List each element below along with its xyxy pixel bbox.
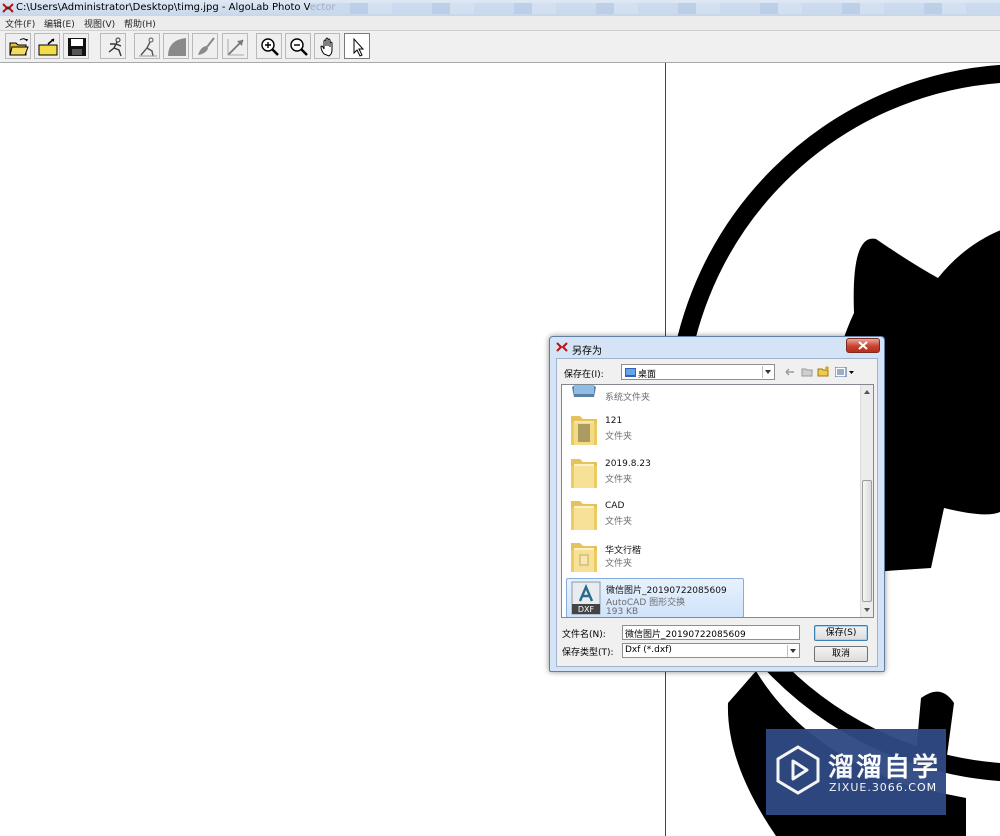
back-icon[interactable] [785, 368, 795, 376]
save-in-combo[interactable]: 桌面 [621, 364, 775, 380]
open-folder-button[interactable] [34, 33, 60, 59]
list-item-folder[interactable]: 华文行楷 文件夹 [566, 537, 866, 577]
save-button[interactable] [63, 33, 89, 59]
taskbar-strip [310, 3, 1000, 14]
zoom-out-button[interactable] [285, 33, 311, 59]
folder-icon [571, 459, 597, 488]
list-item-dxf-file[interactable]: DXF 微信图片_20190722085609 AutoCAD 图形交换 193… [566, 578, 744, 617]
menu-edit[interactable]: 编辑(E) [44, 17, 75, 30]
list-item-folder[interactable]: CAD 文件夹 [566, 495, 866, 535]
item-type: 文件夹 [605, 432, 633, 442]
item-name: 华文行楷 [605, 546, 642, 556]
shape-icon [168, 38, 186, 56]
filename-label: 文件名(N): [562, 630, 606, 640]
dialog-title: 另存为 [572, 346, 602, 357]
title-bar: C:\Users\Administrator\Desktop\timg.jpg … [0, 0, 1000, 16]
dxf-badge: DXF [578, 605, 595, 614]
folder-icon [571, 501, 597, 530]
item-name: 2019.8.23 [605, 459, 651, 469]
figure-trace-icon [139, 37, 157, 57]
folder-icon [571, 416, 597, 445]
figure-trace-button[interactable] [134, 33, 160, 59]
new-folder-icon[interactable] [817, 366, 830, 377]
line-tool-icon [227, 39, 244, 56]
up-folder-icon[interactable] [801, 367, 813, 377]
open-button[interactable] [5, 33, 31, 59]
watermark-badge: 溜溜自学 ZIXUE.3066.COM [766, 729, 946, 815]
dialog-title-bar[interactable]: 另存为 [550, 337, 884, 357]
scroll-up-icon[interactable] [864, 390, 870, 394]
computer-icon [572, 385, 596, 397]
shape-button[interactable] [163, 33, 189, 59]
folder-icon [571, 543, 597, 572]
filename-input[interactable]: 微信图片_20190722085609 [622, 625, 800, 640]
file-list-scrollbar[interactable] [860, 385, 873, 617]
zoom-out-icon [290, 38, 308, 56]
list-item-folder[interactable]: 121 文件夹 [566, 410, 866, 450]
pointer-arrow-icon [353, 37, 365, 57]
save-file-button[interactable]: 保存(S) [814, 625, 868, 641]
window-title: C:\Users\Administrator\Desktop\timg.jpg … [16, 2, 336, 13]
scroll-down-icon[interactable] [864, 608, 870, 612]
play-logo-icon [776, 745, 820, 795]
menu-file[interactable]: 文件(F) [5, 17, 35, 30]
file-list[interactable]: 系统文件夹 121 文件夹 2019.8.23 文件夹 CAD 文件夹 华文行楷… [561, 384, 874, 618]
save-in-value: 桌面 [638, 370, 657, 380]
chevron-down-icon[interactable] [762, 366, 773, 378]
cancel-button[interactable]: 取消 [814, 646, 868, 662]
item-name: 121 [605, 416, 623, 426]
item-type: 文件夹 [605, 517, 633, 527]
brush-icon [198, 37, 215, 55]
pointer-button[interactable] [344, 33, 370, 59]
watermark-text-cn: 溜溜自学 [828, 753, 941, 783]
app-icon [2, 3, 14, 13]
zoom-in-icon [261, 38, 279, 56]
close-icon [858, 341, 868, 350]
hand-pan-button[interactable] [314, 33, 340, 59]
scroll-thumb[interactable] [862, 480, 872, 602]
item-type: 文件夹 [605, 559, 633, 569]
line-tool-button[interactable] [222, 33, 248, 59]
hand-pan-icon [320, 37, 333, 57]
dialog-body: 保存在(I): 桌面 系统文件夹 121 文件夹 2019.8.23 文件夹 C… [556, 358, 878, 667]
dxf-file-icon: DXF [571, 581, 601, 615]
save-icon [68, 38, 86, 56]
list-item-folder[interactable]: 2019.8.23 文件夹 [566, 453, 866, 493]
dialog-close-button[interactable] [846, 338, 880, 353]
chevron-down-icon[interactable] [787, 645, 798, 657]
menu-view[interactable]: 视图(V) [84, 17, 115, 30]
watermark-text-en: ZIXUE.3066.COM [829, 781, 938, 794]
open-icon [9, 38, 29, 56]
item-type: 文件夹 [605, 475, 633, 485]
desktop-icon [625, 368, 636, 377]
item-name: CAD [605, 501, 625, 511]
open-folder-icon [38, 38, 58, 56]
zoom-in-button[interactable] [256, 33, 282, 59]
vectorize-button[interactable] [100, 33, 126, 59]
save-as-dialog: 另存为 保存在(I): 桌面 系统文件夹 121 文件夹 2019.8.23 文… [549, 336, 885, 672]
filetype-select[interactable]: Dxf (*.dxf) [622, 643, 800, 658]
item-type: 系统文件夹 [605, 393, 651, 403]
save-in-label: 保存在(I): [564, 370, 604, 380]
filetype-value: Dxf (*.dxf) [625, 645, 672, 655]
vectorize-figure-icon [108, 37, 122, 57]
dialog-app-icon [556, 342, 568, 352]
filetype-label: 保存类型(T): [562, 648, 614, 658]
menu-help[interactable]: 帮助(H) [124, 17, 156, 30]
toolbar [0, 31, 1000, 63]
menu-bar: 文件(F) 编辑(E) 视图(V) 帮助(H) [0, 16, 1000, 31]
view-menu-icon[interactable] [835, 367, 855, 377]
item-size: 193 KB [606, 607, 639, 617]
brush-button[interactable] [192, 33, 218, 59]
